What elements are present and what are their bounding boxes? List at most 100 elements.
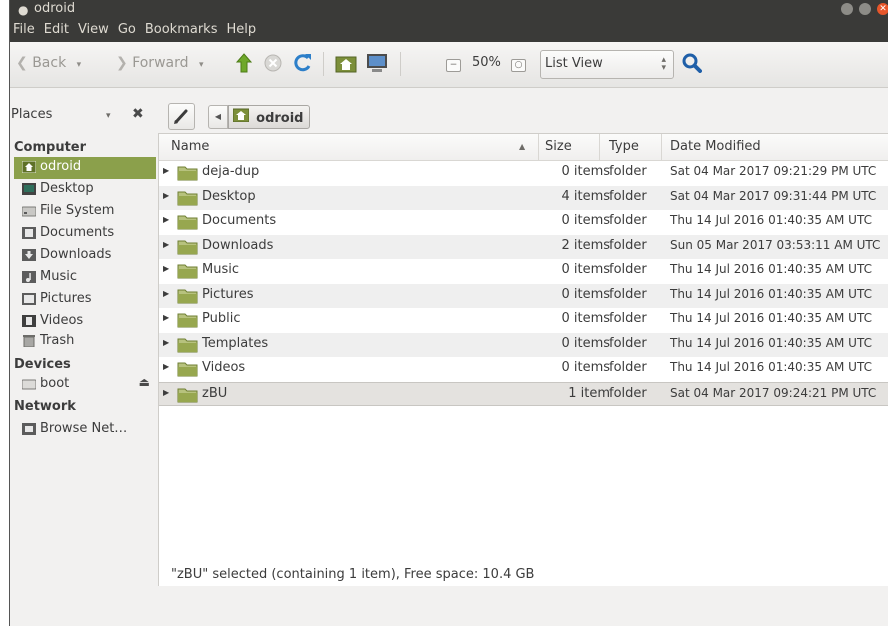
table-row[interactable]: ▶ deja-dup 0 items folder Sat 04 Mar 2017 09… [159, 161, 888, 185]
table-row[interactable]: ▶ Documents 0 items folder Thu 14 Jul 2016 0… [159, 210, 888, 234]
sidebar-item-music[interactable]: Music [14, 267, 156, 289]
expander-icon[interactable]: ▶ [163, 215, 169, 224]
sidebar-item-label: Music [40, 269, 77, 284]
back-label: Back [32, 55, 67, 71]
file-size: 0 items [561, 336, 610, 351]
eject-icon[interactable]: ⏏ [139, 375, 150, 389]
toolbar-separator [400, 52, 401, 76]
menu-go[interactable]: Go [115, 19, 142, 37]
back-arrow-icon: ❮ [16, 55, 28, 71]
up-arrow-icon[interactable] [236, 53, 252, 73]
sidebar-item-trash[interactable]: Trash [14, 331, 156, 353]
file-size: 0 items [561, 213, 610, 228]
table-row[interactable]: ▶ Desktop 4 items folder Sat 04 Mar 2017 09:… [159, 186, 888, 210]
sidebar-item-downloads[interactable]: Downloads [14, 245, 156, 267]
documents-icon [22, 227, 36, 239]
window-title: odroid [34, 1, 76, 16]
back-dropdown-icon[interactable]: ▾ [77, 60, 82, 70]
breadcrumb-odroid[interactable]: odroid [228, 105, 311, 129]
breadcrumb-label: odroid [256, 111, 304, 126]
sidebar-item-browse-network[interactable]: Browse Net… [14, 419, 156, 441]
menu-file[interactable]: File [10, 19, 41, 37]
menu-help[interactable]: Help [223, 19, 262, 37]
table-row[interactable]: ▶ Pictures 0 items folder Thu 14 Jul 2016 01… [159, 284, 888, 308]
reload-icon[interactable] [293, 52, 313, 74]
column-header-date[interactable]: Date Modified [670, 139, 761, 154]
computer-icon[interactable] [366, 52, 388, 74]
file-name: Downloads [202, 238, 274, 253]
places-label[interactable]: Places [11, 107, 52, 122]
sidebar-item-videos[interactable]: Videos [14, 311, 156, 333]
sidebar-item-file-system[interactable]: File System [14, 201, 156, 223]
forward-button[interactable]: ❯ Forward ▾ [116, 55, 203, 71]
breadcrumb-back-button[interactable]: ◀ [208, 105, 228, 129]
file-list-view[interactable]: Name ▲ Size Type Date Modified ▶ deja-dup… [158, 133, 888, 586]
table-row[interactable]: ▶ Public 0 items folder Thu 14 Jul 2016 01:4… [159, 308, 888, 332]
expander-icon[interactable]: ▶ [163, 362, 169, 371]
file-name: Documents [202, 213, 277, 228]
close-sidebar-icon[interactable]: ✖ [132, 106, 144, 122]
sidebar-item-label: odroid [40, 159, 82, 174]
search-icon[interactable] [682, 53, 702, 73]
file-type: folder [609, 189, 647, 204]
file-size: 1 item [568, 386, 610, 401]
edit-location-button[interactable] [168, 103, 195, 130]
file-type: folder [609, 287, 647, 302]
folder-icon [177, 191, 198, 206]
stop-icon[interactable] [264, 54, 282, 72]
menu-view[interactable]: View [75, 19, 115, 37]
column-divider [538, 134, 539, 160]
maximize-button[interactable] [858, 3, 871, 15]
menu-bookmarks[interactable]: Bookmarks [142, 19, 224, 37]
expander-icon[interactable]: ▶ [163, 264, 169, 273]
file-name: deja-dup [202, 164, 260, 179]
forward-arrow-icon: ❯ [116, 55, 128, 71]
home-icon[interactable] [335, 53, 357, 73]
sidebar-item-label: File System [40, 203, 115, 218]
back-button[interactable]: ❮ Back ▾ [16, 55, 81, 71]
folder-icon [177, 240, 198, 255]
column-header-type[interactable]: Type [609, 139, 639, 154]
title-bar[interactable]: ● odroid ✕ [10, 0, 888, 19]
table-row[interactable]: ▶ Downloads 2 items folder Sun 05 Mar 2017 0… [159, 235, 888, 259]
sidebar-item-label: Documents [40, 225, 115, 240]
sidebar-item-label: Desktop [40, 181, 94, 196]
network-icon [22, 423, 36, 435]
toolbar: ❮ Back ▾ ❯ Forward ▾ − 50% ○ List View ▴… [10, 42, 888, 88]
column-header-size[interactable]: Size [545, 139, 572, 154]
column-header-name[interactable]: Name [171, 139, 209, 154]
file-name: Public [202, 311, 241, 326]
zoom-out-button[interactable]: − [446, 59, 461, 72]
table-row[interactable]: ▶ Templates 0 items folder Thu 14 Jul 2016 0… [159, 333, 888, 357]
sidebar-item-pictures[interactable]: Pictures [14, 289, 156, 311]
table-row[interactable]: ▶ zBU 1 item folder Sat 04 Mar 2017 09:24:21… [159, 382, 888, 406]
expander-icon[interactable]: ▶ [163, 240, 169, 249]
table-row[interactable]: ▶ Videos 0 items folder Thu 14 Jul 2016 01:4… [159, 357, 888, 381]
videos-icon [22, 315, 36, 327]
places-dropdown-icon[interactable]: ▾ [106, 111, 111, 121]
file-name: Music [202, 262, 239, 277]
sidebar-item-desktop[interactable]: Desktop [14, 179, 156, 201]
sidebar-item-documents[interactable]: Documents [14, 223, 156, 245]
view-mode-select[interactable]: List View ▴ ▾ [540, 50, 674, 79]
file-size: 0 items [561, 262, 610, 277]
sidebar-item-boot[interactable]: boot ⏏ [14, 374, 156, 396]
expander-icon[interactable]: ▶ [163, 289, 169, 298]
file-name: Desktop [202, 189, 256, 204]
minimize-button[interactable] [840, 3, 853, 15]
forward-dropdown-icon[interactable]: ▾ [199, 60, 204, 70]
menu-edit[interactable]: Edit [41, 19, 75, 37]
table-row[interactable]: ▶ Music 0 items folder Thu 14 Jul 2016 01:40… [159, 259, 888, 283]
menu-bar: File Edit View Go Bookmarks Help [10, 19, 888, 42]
view-mode-label: List View [545, 56, 603, 71]
close-window-button[interactable]: ✕ [877, 3, 888, 15]
file-type: folder [609, 360, 647, 375]
folder-icon [177, 166, 198, 181]
expander-icon[interactable]: ▶ [163, 338, 169, 347]
expander-icon[interactable]: ▶ [163, 166, 169, 175]
zoom-reset-button[interactable]: ○ [511, 59, 526, 72]
expander-icon[interactable]: ▶ [163, 313, 169, 322]
expander-icon[interactable]: ▶ [163, 388, 169, 397]
expander-icon[interactable]: ▶ [163, 191, 169, 200]
sidebar-item-odroid[interactable]: odroid [14, 157, 156, 179]
